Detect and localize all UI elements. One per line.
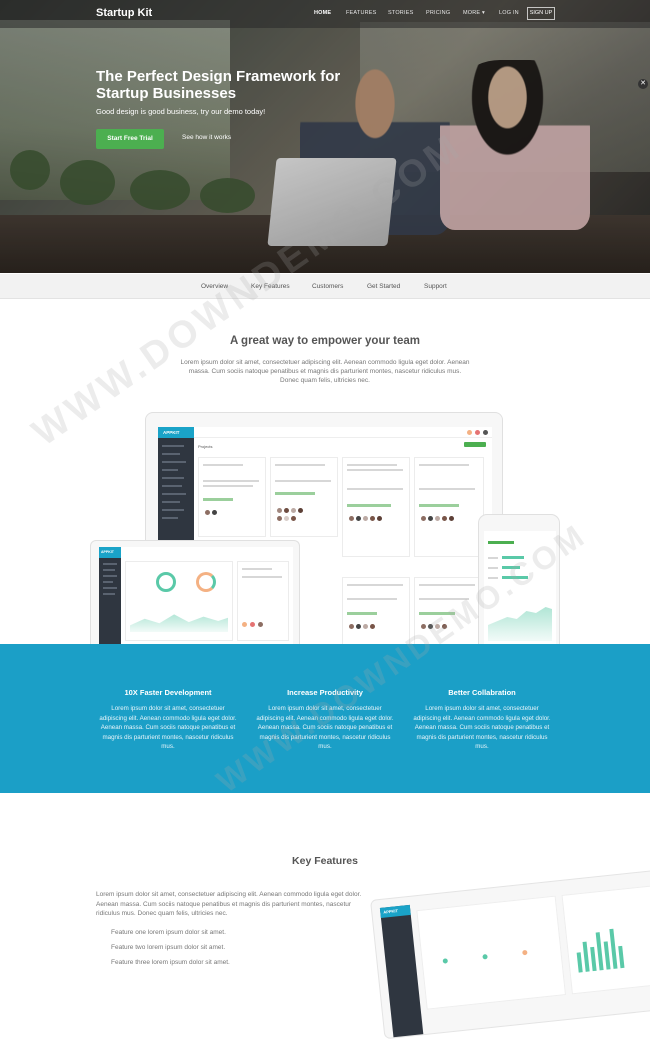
feature-title: Better Collabration [448,688,516,697]
donut-chart [156,572,176,592]
donut-chart [196,572,216,592]
phone-stat [488,541,514,544]
key-features-title: Key Features [292,855,358,867]
feature-title: Increase Productivity [287,688,363,697]
area-chart [130,614,228,632]
subnav-key-features[interactable]: Key Features [251,283,290,290]
feature-list-item: Feature three lorem ipsum dolor sit amet… [111,959,230,966]
subnav-overview[interactable]: Overview [201,283,228,290]
project-card [342,457,410,557]
feature-column: 10X Faster Development Lorem ipsum dolor… [98,688,238,752]
nav-home[interactable]: HOME [314,10,331,16]
see-how-it-works-link[interactable]: See how it works [182,134,231,141]
close-icon[interactable]: ✕ [638,79,648,89]
feature-text: Lorem ipsum dolor sit amet, consectetuer… [256,705,394,750]
project-card [198,457,266,537]
brand-logo[interactable]: Startup Kit [96,7,152,19]
project-card [414,577,484,645]
top-navbar: Startup Kit HOME FEATURES STORIES PRICIN… [0,0,650,28]
dashboard-card [125,561,233,641]
intro-title: A great way to empower your team [229,335,420,347]
angled-app-logo: APPKIT [379,904,411,918]
angled-card [416,895,567,1010]
feature-text: Lorem ipsum dolor sit amet, consectetuer… [413,705,551,750]
tablet-mockup: APPKIT [90,540,300,645]
mockup-new-button [464,442,486,447]
nav-login[interactable]: LOG IN [499,10,519,16]
nav-stories[interactable]: STORIES [388,10,413,16]
intro-text: Lorem ipsum dolor sit amet, consectetuer… [180,359,470,384]
projects-label: Projects [198,444,213,449]
nav-pricing[interactable]: PRICING [426,10,450,16]
feature-column: Better Collabration Lorem ipsum dolor si… [412,688,552,752]
subnav-get-started[interactable]: Get Started [367,283,400,290]
app-topbar [194,427,492,438]
app-logo: APPKIT [158,427,194,438]
subnav-customers[interactable]: Customers [312,283,343,290]
tablet-sidebar: APPKIT [99,547,121,645]
angled-dashboard-mockup: APPKIT [370,868,650,1039]
feature-column: Increase Productivity Lorem ipsum dolor … [255,688,395,752]
feature-list-item: Feature one lorem ipsum dolor sit amet. [111,929,226,936]
key-features-text: Lorem ipsum dolor sit amet, consectetuer… [96,891,362,917]
phone-screen [484,531,556,645]
angled-sidebar: APPKIT [379,904,424,1038]
chevron-down-icon: ▾ [482,10,486,16]
feature-text: Lorem ipsum dolor sit amet, consectetuer… [99,705,237,750]
nav-more-label: MORE [463,10,481,16]
subnav-support[interactable]: Support [424,283,447,290]
hero-title: The Perfect Design Framework for Startup… [96,68,341,102]
phone-mockup [478,514,560,645]
tablet-screen: APPKIT [99,547,293,645]
nav-features[interactable]: FEATURES [346,10,377,16]
feature-title: 10X Faster Development [124,688,212,697]
project-card [270,457,338,537]
signup-button[interactable]: SIGN UP [527,7,555,20]
section-subnav: Overview Key Features Customers Get Star… [0,274,650,299]
tablet-app-logo: APPKIT [99,547,121,558]
project-card [414,457,484,557]
hero-section: Startup Kit HOME FEATURES STORIES PRICIN… [0,0,650,273]
feature-list-item: Feature two lorem ipsum dolor sit amet. [111,944,226,951]
phone-area-chart [488,607,552,641]
hero-subtitle: Good design is good business, try our de… [96,107,266,116]
start-free-trial-button[interactable]: Start Free Trial [96,129,164,149]
angled-bar-chart [561,884,650,995]
project-card [342,577,410,645]
nav-more[interactable]: MORE ▾ [463,10,485,16]
dashboard-card [237,561,289,641]
